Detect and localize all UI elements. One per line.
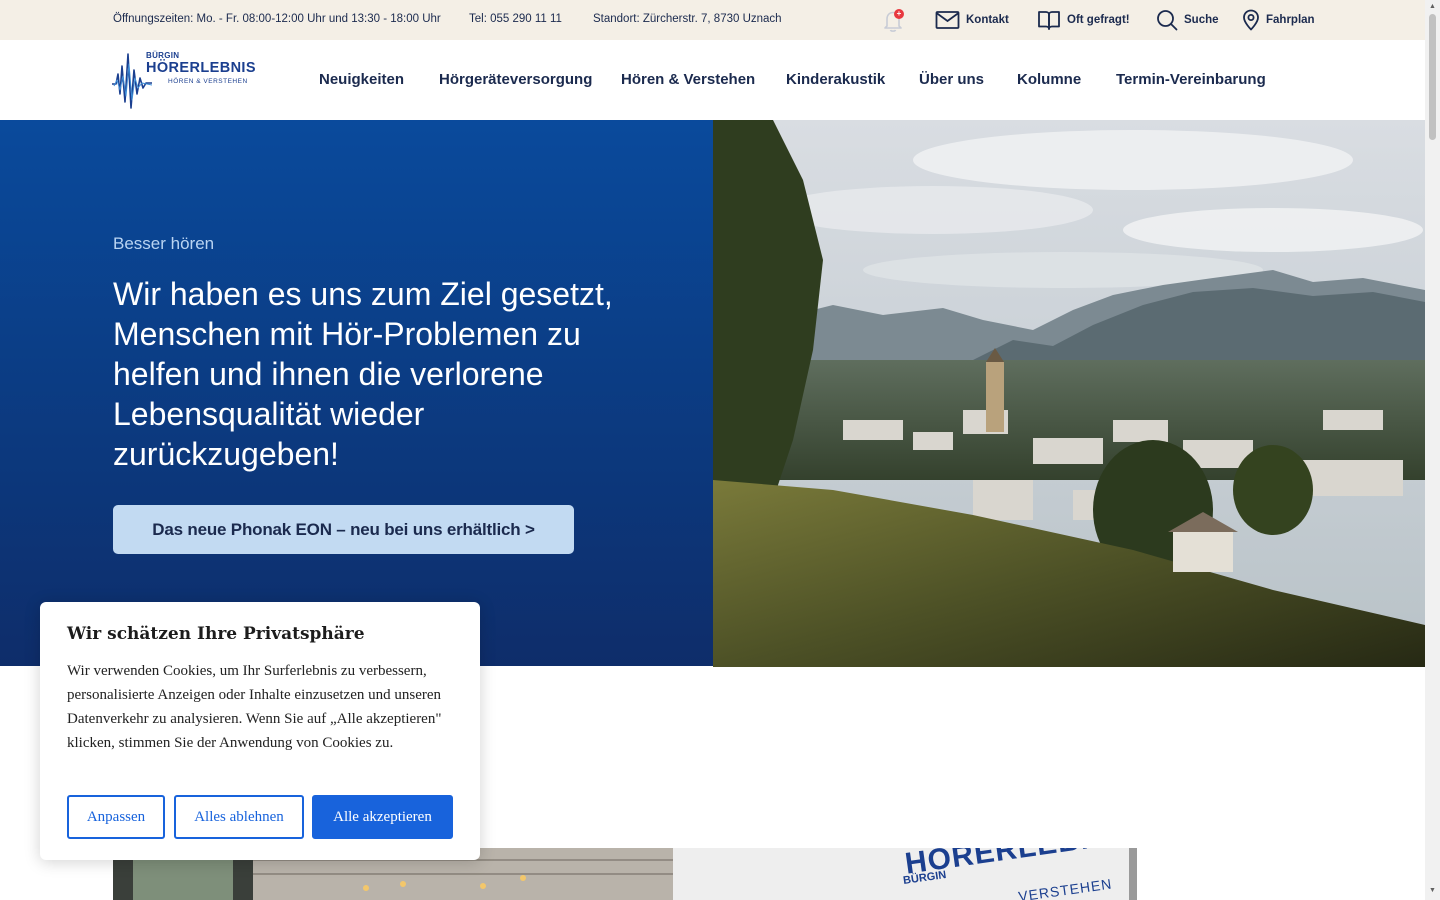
notification-badge: +: [894, 9, 904, 19]
hero-landscape-image: [713, 120, 1425, 667]
cookie-dialog-title: Wir schätzen Ihre Privatsphäre: [67, 624, 365, 644]
notification-bell-button[interactable]: +: [879, 6, 907, 34]
cookie-accept-all-button[interactable]: Alle akzeptieren: [312, 795, 453, 839]
route-label: Fahrplan: [1266, 14, 1315, 26]
hero-title: Wir haben es uns zum Ziel gesetzt, Mensc…: [113, 276, 613, 472]
main-navigation: BÜRGIN HÖRERLEBNIS HÖREN & VERSTEHEN Neu…: [0, 40, 1425, 120]
search-icon: [1157, 10, 1178, 31]
map-pin-icon: [1243, 9, 1259, 31]
nav-item-kolumne[interactable]: Kolumne: [1017, 71, 1081, 88]
faq-link[interactable]: Oft gefragt!: [1037, 8, 1130, 32]
nav-item-kinderakustik[interactable]: Kinderakustik: [786, 71, 885, 88]
top-info-bar: Öffnungszeiten: Mo. - Fr. 08:00-12:00 Uh…: [0, 0, 1425, 40]
faq-label: Oft gefragt!: [1067, 14, 1130, 26]
scroll-up-arrow-icon[interactable]: ▲: [1428, 2, 1437, 11]
site-logo[interactable]: BÜRGIN HÖRERLEBNIS HÖREN & VERSTEHEN: [112, 50, 267, 110]
contact-link[interactable]: Kontakt: [935, 8, 1009, 32]
nav-item-termin-vereinbarung[interactable]: Termin-Vereinbarung: [1116, 71, 1266, 88]
landscape-illustration: [713, 120, 1425, 667]
phone-number[interactable]: Tel: 055 290 11 11: [469, 13, 562, 25]
phonak-eon-cta-button[interactable]: Das neue Phonak EON – neu bei uns erhält…: [113, 505, 574, 554]
opening-hours: Öffnungszeiten: Mo. - Fr. 08:00-12:00 Uh…: [113, 13, 441, 25]
logo-tagline: HÖREN & VERSTEHEN: [168, 78, 248, 85]
scroll-down-arrow-icon[interactable]: ▼: [1428, 886, 1437, 895]
nav-item-neuigkeiten[interactable]: Neuigkeiten: [319, 71, 404, 88]
cookie-consent-dialog: Wir schätzen Ihre Privatsphäre Wir verwe…: [40, 602, 480, 860]
route-planner-link[interactable]: Fahrplan: [1242, 8, 1315, 32]
nav-item-hoergeraeteversorgung[interactable]: Hörgeräteversorgung: [439, 71, 592, 88]
cookie-customize-button[interactable]: Anpassen: [67, 795, 165, 839]
search-link[interactable]: Suche: [1156, 8, 1219, 32]
nav-item-hoeren-verstehen[interactable]: Hören & Verstehen: [621, 71, 755, 88]
location-address: Standort: Zürcherstr. 7, 8730 Uznach: [593, 13, 782, 25]
open-book-icon: [1038, 11, 1060, 30]
cookie-reject-all-button[interactable]: Alles ablehnen: [174, 795, 304, 839]
mail-icon: [935, 11, 960, 29]
scrollbar-thumb[interactable]: [1429, 14, 1436, 140]
cookie-dialog-text: Wir verwenden Cookies, um Ihr Surferlebn…: [67, 663, 442, 751]
nav-item-ueber-uns[interactable]: Über uns: [919, 71, 984, 88]
logo-small-text: BÜRGIN: [146, 51, 180, 60]
page-scrollbar[interactable]: ▲ ▼: [1425, 0, 1440, 900]
logo-main-text: HÖRERLEBNIS: [146, 60, 256, 76]
search-label: Suche: [1184, 14, 1219, 26]
hero-kicker: Besser hören: [113, 234, 215, 253]
contact-label: Kontakt: [966, 14, 1009, 26]
